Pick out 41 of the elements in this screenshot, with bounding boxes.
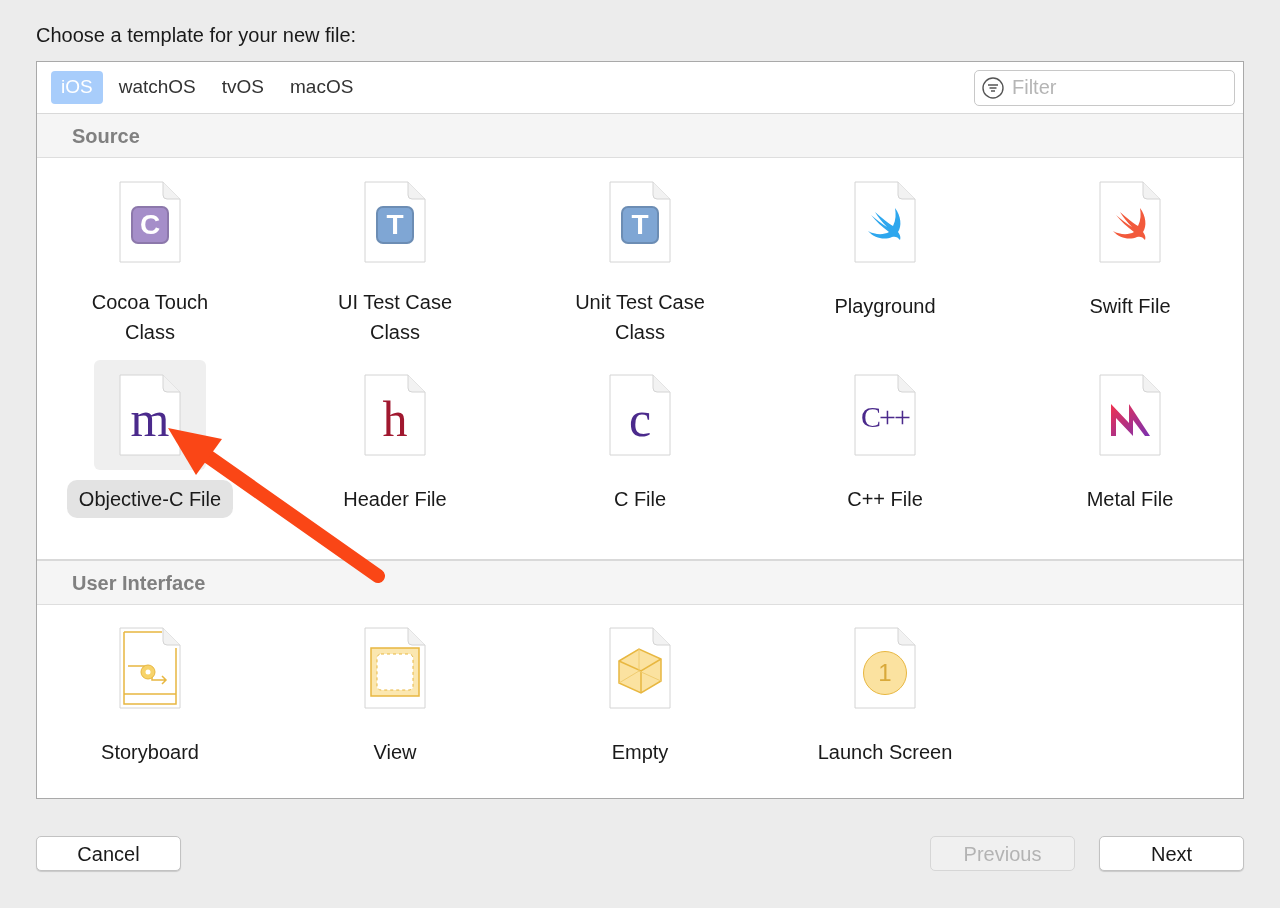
template-item[interactable]: h Header File <box>283 360 507 518</box>
template-item[interactable]: Swift File <box>1018 167 1242 347</box>
template-item[interactable]: Storyboard <box>38 613 262 771</box>
dialog-prompt: Choose a template for your new file: <box>36 23 357 48</box>
platform-tab[interactable]: macOS <box>280 71 364 104</box>
cube-icon <box>615 645 665 695</box>
view-icon <box>370 647 420 697</box>
letter-glyph: h <box>382 394 408 444</box>
platform-tab[interactable]: tvOS <box>211 71 274 104</box>
template-item[interactable]: m Objective-C File <box>38 360 262 518</box>
letter-glyph: c <box>628 394 652 444</box>
platform-tab[interactable]: watchOS <box>108 71 206 104</box>
template-item[interactable]: Metal File <box>1018 360 1242 518</box>
dialog-button[interactable]: Next <box>1099 836 1244 871</box>
document-icon <box>854 374 916 456</box>
template-item[interactable]: 1 Launch Screen <box>773 613 997 771</box>
template-item[interactable]: View <box>283 613 507 771</box>
document-icon <box>609 374 671 456</box>
filter-icon <box>982 76 1004 99</box>
section-header: User Interface <box>37 561 1243 605</box>
template-item[interactable]: Playground <box>773 167 997 347</box>
template-item[interactable]: C Cocoa Touch Class <box>38 167 262 347</box>
document-icon <box>1099 374 1161 456</box>
template-item[interactable]: Empty <box>528 613 752 771</box>
filter-field[interactable]: Filter <box>974 69 1235 106</box>
document-icon <box>1099 181 1161 263</box>
letter-glyph: C++ <box>861 402 909 432</box>
letter-badge: C <box>131 206 169 244</box>
letter-badge: T <box>621 206 659 244</box>
dialog-button[interactable]: Cancel <box>36 836 181 871</box>
section-header: Source <box>37 114 1243 158</box>
letter-badge: T <box>376 206 414 244</box>
document-icon <box>364 374 426 456</box>
template-item[interactable]: T Unit Test Case Class <box>528 167 752 347</box>
document-icon <box>854 181 916 263</box>
template-item[interactable]: C++ C++ File <box>773 360 997 518</box>
document-icon <box>119 374 181 456</box>
template-item[interactable]: T UI Test Case Class <box>283 167 507 347</box>
metal-icon <box>1109 403 1151 437</box>
template-item[interactable]: c C File <box>528 360 752 518</box>
letter-glyph: m <box>130 394 170 444</box>
